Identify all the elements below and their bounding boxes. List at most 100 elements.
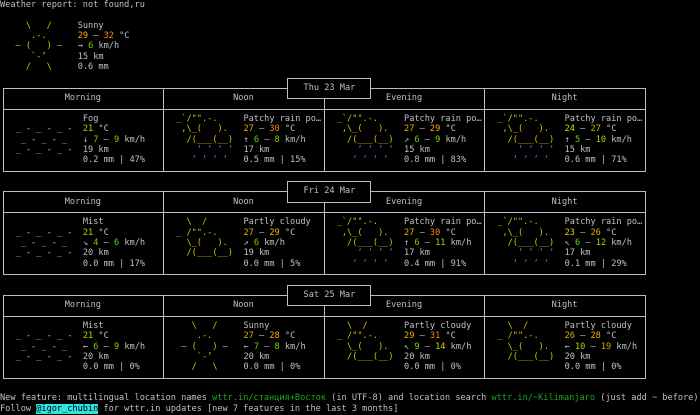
temperature-unit: °C bbox=[284, 331, 296, 342]
wind-direction-icon: → bbox=[77, 41, 83, 52]
range-separator: – bbox=[259, 341, 275, 352]
rain-weather-icon: _`/"".-. bbox=[170, 113, 239, 124]
twitter-handle-link[interactable]: @igor_chubin bbox=[36, 403, 99, 414]
visibility-value: 15 km bbox=[77, 51, 104, 62]
fog-icon-line bbox=[10, 155, 77, 165]
precipitation-chance: 83% bbox=[450, 155, 467, 166]
precipitation-value: 0.0 mm bbox=[82, 258, 114, 269]
fog-weather-icon bbox=[10, 114, 77, 124]
wind: ← 10 – 19 km/h bbox=[565, 342, 638, 352]
partly-icon-line: \_( ). bbox=[332, 342, 399, 352]
precipitation-chance: 0% bbox=[129, 362, 140, 373]
wind-direction-icon: ↑ bbox=[243, 134, 249, 145]
wind-unit: km/h bbox=[616, 341, 638, 352]
wind-direction-icon: ↓ bbox=[82, 134, 89, 145]
fog-icon-line: _ - _ - _ - bbox=[10, 248, 77, 258]
rain-weather-icon: ‘ ‘ ‘ ‘ bbox=[492, 144, 560, 155]
fog-weather-icon bbox=[10, 155, 77, 165]
partly-icon-line: /(___(__) bbox=[492, 352, 559, 362]
rain-icon-line: ,\_( ). bbox=[492, 124, 559, 134]
temperature-value: 27 bbox=[243, 227, 254, 238]
column-divider bbox=[163, 87, 165, 171]
condition-text: Patchy rain po… bbox=[243, 113, 322, 124]
sunny-icon-line: `-’ bbox=[171, 352, 238, 362]
condition-label: Patchy rain po… bbox=[243, 114, 321, 124]
precip-separator: | bbox=[113, 362, 130, 373]
visibility-value: 20 km bbox=[243, 351, 270, 362]
temperature-value: 27 bbox=[243, 331, 254, 342]
date-label-box: Thu 23 Mar bbox=[287, 77, 372, 100]
report-header: Weather report: not found,ru bbox=[0, 0, 145, 10]
footer-text: New feature: multilingual location names bbox=[0, 393, 213, 404]
period-header: Morning bbox=[64, 300, 101, 311]
temperature-value: 26 bbox=[590, 227, 601, 238]
precip-separator: | bbox=[595, 258, 612, 269]
partly-weather-icon: _ /"".-. bbox=[331, 331, 399, 342]
multilingual-link[interactable]: wttr.in/станция+Восток bbox=[212, 393, 326, 403]
rain-weather-icon: ‘ ‘ ‘ ‘ bbox=[331, 155, 399, 166]
temperature: 21 °C bbox=[83, 228, 109, 238]
location-search-link[interactable]: wttr.in/~Kilimanjaro bbox=[492, 393, 595, 403]
condition-label: Partly cloudy bbox=[565, 321, 632, 331]
wind-speed-value: 10 bbox=[595, 134, 607, 145]
fog-icon-line: _ - _ - _ - bbox=[10, 145, 77, 155]
range-separator: – bbox=[259, 134, 275, 145]
visibility: 20 km bbox=[404, 352, 430, 362]
rain-icon-line: ‘ ‘ ‘ ‘ bbox=[332, 248, 399, 258]
rain-weather-icon: _`/"".-. bbox=[492, 113, 560, 124]
fog-weather-icon bbox=[10, 321, 77, 331]
sunny-weather-icon: \ / bbox=[5, 20, 73, 31]
rain-weather-icon: /(___(__) bbox=[331, 238, 399, 249]
partly-icon-line: \ / bbox=[171, 217, 238, 227]
wind-speed-value: 9 bbox=[113, 341, 120, 352]
rain-icon-line: ,\_( ). bbox=[332, 228, 399, 238]
fog-weather-icon: _ - _ - _ bbox=[10, 134, 78, 145]
column-divider bbox=[323, 191, 325, 275]
precipitation-value: 0.1 mm bbox=[564, 258, 596, 269]
rain-weather-icon: ‘ ‘ ‘ ‘ bbox=[492, 258, 560, 269]
precipitation-value: 0.4 mm bbox=[404, 258, 436, 269]
visibility: 20 km bbox=[565, 352, 591, 362]
fog-weather-icon: _ - _ - _ - bbox=[10, 227, 78, 238]
wind-unit: km/h bbox=[450, 341, 472, 352]
precipitation-chance: 0% bbox=[450, 362, 461, 373]
footer-text: (in UTF-8) and location search bbox=[325, 393, 492, 404]
precip-separator: | bbox=[595, 155, 612, 166]
precipitation: 0.1 mm | 29% bbox=[565, 259, 627, 269]
temperature: 27 – 30 °C bbox=[404, 228, 456, 238]
precipitation-value: 0.0 mm bbox=[564, 362, 596, 373]
wind-unit: km/h bbox=[611, 134, 632, 145]
temperature-value: 21 bbox=[82, 331, 94, 342]
wind: ← 7 – 8 km/h bbox=[243, 342, 305, 352]
precipitation: 0.5 mm | 15% bbox=[243, 155, 305, 165]
rain-icon-line: ‘ ‘ ‘ ‘ bbox=[171, 145, 238, 155]
rain-icon-line: _`/"".-. bbox=[492, 114, 559, 124]
fog-icon-line bbox=[10, 259, 77, 269]
partly-icon-line: \_( ). bbox=[171, 238, 238, 248]
temperature-value: 32 bbox=[103, 31, 114, 42]
temperature-unit: °C bbox=[606, 227, 617, 238]
sunny-weather-icon: ― ( ) ― bbox=[170, 341, 239, 352]
precipitation-chance: 0% bbox=[290, 362, 301, 373]
wind-unit: km/h bbox=[124, 341, 146, 352]
visibility: 20 km bbox=[83, 248, 109, 258]
precipitation-chance: 47% bbox=[129, 155, 145, 166]
rain-weather-icon: ,\_( ). bbox=[331, 227, 399, 238]
rain-icon-line: ‘ ‘ ‘ ‘ bbox=[332, 155, 399, 165]
column-divider bbox=[163, 191, 165, 275]
range-separator: – bbox=[574, 124, 591, 135]
precipitation-value: 0.6 mm bbox=[564, 155, 596, 166]
temperature-value: 28 bbox=[269, 331, 280, 342]
precip-separator: | bbox=[274, 258, 291, 269]
wind-unit: km/h bbox=[445, 134, 467, 145]
wind-speed-value: 6 bbox=[253, 238, 260, 249]
sunny-weather-icon: .-. bbox=[170, 331, 239, 342]
rain-weather-icon: ‘ ‘ ‘ ‘ bbox=[331, 258, 399, 269]
precipitation-chance: 29% bbox=[611, 258, 627, 269]
temperature: 29 – 32 °C bbox=[78, 31, 130, 41]
rain-icon-line: _`/"".-. bbox=[332, 114, 399, 124]
partly-weather-icon: \_( ). bbox=[331, 341, 399, 352]
rain-icon-line: _`/"".-. bbox=[171, 114, 238, 124]
temperature-value: 29 bbox=[429, 124, 441, 135]
visibility: 19 km bbox=[243, 248, 269, 258]
